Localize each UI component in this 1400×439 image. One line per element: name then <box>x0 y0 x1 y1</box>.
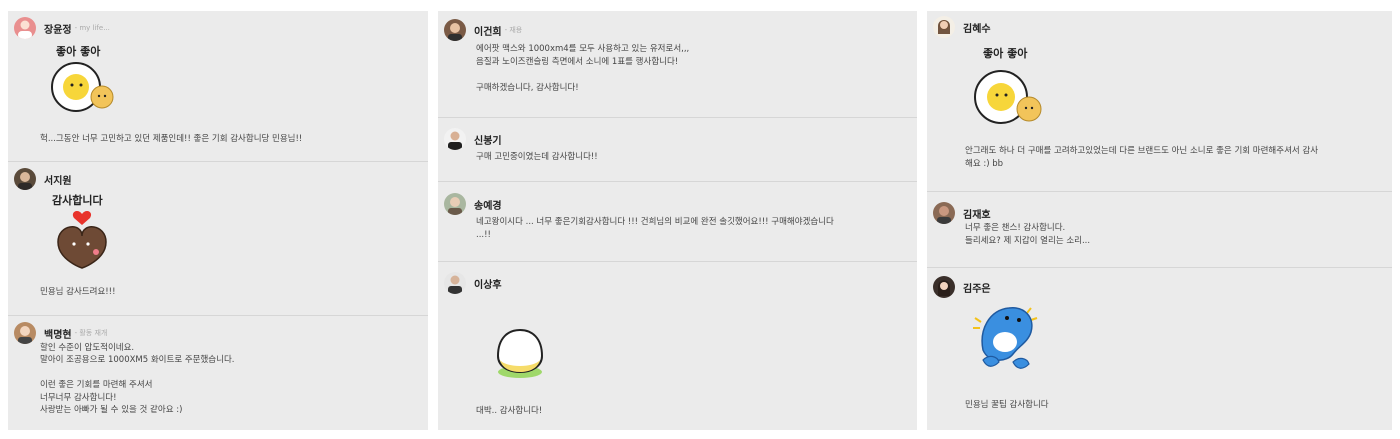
blue-seal-sticker-icon <box>973 307 1038 369</box>
avatar[interactable] <box>14 17 36 39</box>
sticker-caption: 좋아 좋아 <box>56 44 101 58</box>
avatar[interactable] <box>933 16 955 38</box>
comment-item: 이건희 - 재용 에어팟 맥스와 1000xm4를 모두 사용하고 있는 유저로… <box>438 11 917 118</box>
comment-header: 백명현 - 활동 재개 <box>14 322 107 344</box>
heart-bear-sticker-icon: 감사합니다 <box>52 193 107 269</box>
comment-text: 헉...그동안 너무 고민하고 있던 제품인데!! 좋은 기회 감사합니당 민용… <box>40 134 303 144</box>
avatar[interactable] <box>14 168 36 190</box>
comment-item: 김재호 너무 좋은 챈스! 감사합니다. 들리세요? 제 지갑이 열리는 소리.… <box>927 192 1392 268</box>
sticker-caption: 감사합니다 <box>52 193 103 207</box>
avatar[interactable] <box>444 19 466 41</box>
comment-item: 장윤정 - my life... 좋아 좋아 헉...그동안 너무 고민하고 있… <box>8 11 428 162</box>
comment-text: 민용님 감사드려요!!! <box>40 287 116 297</box>
comment-text: 대박.. 감사합니다! <box>476 406 543 416</box>
comment-header: 송예경 <box>444 193 505 215</box>
avatar[interactable] <box>933 276 955 298</box>
author-name[interactable]: 장윤정 <box>44 21 72 36</box>
avatar[interactable] <box>444 128 466 150</box>
comment-text: 안그래도 하나 더 구매를 고려하고있었는데 다른 브랜드도 아닌 소니로 좋은… <box>965 146 1319 169</box>
comment-header: 서지원 <box>14 168 75 190</box>
comment-column: 이건희 - 재용 에어팟 맥스와 1000xm4를 모두 사용하고 있는 유저로… <box>438 11 917 430</box>
author-status: - my life... <box>74 24 110 32</box>
author-name[interactable]: 신봉기 <box>474 132 502 147</box>
egg-sticker-icon <box>496 328 544 378</box>
comment-item: 서지원 감사합니다 민용님 감사드려요!!! <box>8 162 428 316</box>
chick-sticker-icon: 좋아 좋아 <box>974 46 1042 124</box>
comment-column: 장윤정 - my life... 좋아 좋아 헉...그동안 너무 고민하고 있… <box>8 11 428 430</box>
comment-header: 김재호 <box>933 202 994 224</box>
author-name[interactable]: 송예경 <box>474 197 502 212</box>
comment-header: 이건희 - 재용 <box>444 19 522 41</box>
comment-text: 민용님 꿀팁 감사합니다 <box>965 400 1049 410</box>
comment-header: 김주은 <box>933 276 994 298</box>
author-name[interactable]: 이건희 <box>474 23 502 38</box>
author-name[interactable]: 백명현 <box>44 326 72 341</box>
comment-text: 구매 고민중이였는데 감사합니다!! <box>476 152 598 162</box>
author-status: - 재용 <box>504 26 523 34</box>
sticker-caption: 좋아 좋아 <box>983 46 1028 60</box>
comment-column: 김혜수 좋아 좋아 안그래도 하나 더 구매를 고려하고있었는데 다른 브랜드도… <box>927 11 1392 430</box>
avatar[interactable] <box>444 272 466 294</box>
comment-item: 신봉기 구매 고민중이였는데 감사합니다!! <box>438 118 917 182</box>
comment-item: 김혜수 좋아 좋아 안그래도 하나 더 구매를 고려하고있었는데 다른 브랜드도… <box>927 11 1392 192</box>
comment-text: 할인 수준이 압도적이네요. 말아이 조공용으로 1000XM5 화이트로 주문… <box>40 343 235 416</box>
avatar[interactable] <box>14 322 36 344</box>
author-name[interactable]: 서지원 <box>44 172 72 187</box>
author-status: - 활동 재개 <box>74 329 108 337</box>
comment-text: 너무 좋은 챈스! 감사합니다. 들리세요? 제 지갑이 열리는 소리... <box>965 223 1091 246</box>
comment-item: 백명현 - 활동 재개 할인 수준이 압도적이네요. 말아이 조공용으로 100… <box>8 316 428 430</box>
comment-header: 김혜수 <box>933 16 994 38</box>
comment-header: 장윤정 - my life... <box>14 17 110 39</box>
author-name[interactable]: 김재호 <box>963 206 991 221</box>
comment-header: 이상후 <box>444 272 505 294</box>
comment-text: 에어팟 맥스와 1000xm4를 모두 사용하고 있는 유저로서,,, 음질과 … <box>476 44 690 93</box>
comment-item: 김주은 민용님 꿀팁 감사합니다 <box>927 268 1392 430</box>
author-name[interactable]: 김혜수 <box>963 20 991 35</box>
chick-sticker-icon: 좋아 좋아 <box>51 44 114 112</box>
avatar[interactable] <box>444 193 466 215</box>
comment-text: 네고왕이시다 ... 너무 좋은기회감사합니다 !!! 건희님의 비교에 완전 … <box>476 217 834 240</box>
comment-item: 송예경 네고왕이시다 ... 너무 좋은기회감사합니다 !!! 건희님의 비교에… <box>438 182 917 262</box>
author-name[interactable]: 이상후 <box>474 276 502 291</box>
comment-item: 이상후 대박.. 감사합니다! <box>438 262 917 430</box>
avatar[interactable] <box>933 202 955 224</box>
comment-header: 신봉기 <box>444 128 505 150</box>
author-name[interactable]: 김주은 <box>963 280 991 295</box>
